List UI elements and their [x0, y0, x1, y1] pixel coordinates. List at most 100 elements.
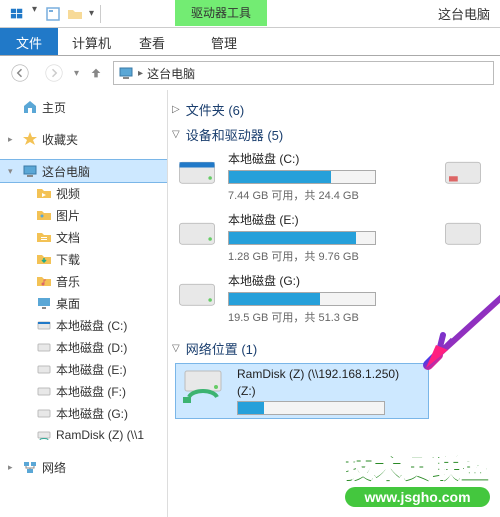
navigation-pane: 主页 ▸ 收藏夹 ▾ 这台电脑 视频 图片 文档 下载 音乐 桌面 本地磁盘 (… — [0, 90, 168, 517]
usage-fill — [229, 232, 356, 244]
disk-icon — [176, 211, 218, 253]
sidebar-label: 音乐 — [56, 273, 80, 290]
expand-icon[interactable]: ▸ — [8, 134, 18, 145]
up-button[interactable] — [85, 59, 107, 87]
drive-g[interactable]: 本地磁盘 (G:) 19.5 GB 可用，共 51.3 GB — [176, 272, 422, 325]
desktop-icon — [36, 295, 52, 311]
drive-name: RamDisk (Z) (\\192.168.1.250) — [237, 367, 425, 381]
quick-access-toolbar: ▾ — [45, 6, 94, 22]
drive-partial[interactable]: 本 30 — [442, 211, 482, 264]
system-menu: ▾ — [0, 4, 37, 24]
disk-icon — [36, 383, 52, 399]
ribbon-tabs: 文件 计算机 查看 管理 — [0, 28, 500, 56]
sidebar-label: 这台电脑 — [42, 163, 90, 180]
tab-file[interactable]: 文件 — [0, 28, 58, 55]
address-bar-row: ▾ ▸ 这台电脑 — [0, 56, 500, 90]
network-list: RamDisk (Z) (\\192.168.1.250) (Z:) — [176, 364, 496, 418]
chevron-down-icon: ▽ — [172, 343, 180, 354]
group-label: 文件夹 (6) — [186, 100, 245, 119]
network-icon — [22, 459, 38, 475]
disk-icon — [36, 361, 52, 377]
disk-icon — [36, 317, 52, 333]
sidebar-label: 本地磁盘 (F:) — [56, 383, 126, 400]
sidebar-item-disk-f[interactable]: 本地磁盘 (F:) — [0, 380, 167, 402]
drive-subtext: 7.44 GB 可用，共 24.4 GB — [228, 187, 422, 203]
title-bar: ▾ ▾ 驱动器工具 这台电脑 — [0, 0, 500, 28]
group-label: 网络位置 (1) — [186, 339, 258, 358]
group-network[interactable]: ▽ 网络位置 (1) — [172, 339, 496, 358]
computer-icon — [118, 65, 134, 81]
devices-list: 本地磁盘 (C:) 7.44 GB 可用，共 24.4 GB 本 10 本地磁盘… — [176, 150, 496, 325]
tab-view[interactable]: 查看 — [125, 28, 179, 55]
collapse-icon[interactable]: ▾ — [8, 166, 18, 177]
drive-e[interactable]: 本地磁盘 (E:) 1.28 GB 可用，共 9.76 GB — [176, 211, 422, 264]
breadcrumb-location[interactable]: 这台电脑 — [147, 65, 195, 82]
usage-bar — [228, 170, 376, 184]
history-dropdown-icon[interactable]: ▾ — [74, 68, 79, 79]
usage-bar — [237, 401, 385, 415]
breadcrumb[interactable]: ▸ 这台电脑 — [113, 61, 494, 85]
properties-icon[interactable] — [45, 6, 61, 22]
sidebar-label: 本地磁盘 (C:) — [56, 317, 127, 334]
sidebar-label: 图片 — [56, 207, 80, 224]
drive-c[interactable]: 本地磁盘 (C:) 7.44 GB 可用，共 24.4 GB — [176, 150, 422, 203]
sidebar-label: 视频 — [56, 185, 80, 202]
separator — [100, 5, 101, 23]
folder-icon[interactable] — [67, 6, 83, 22]
network-disk-icon — [36, 427, 52, 443]
tab-computer[interactable]: 计算机 — [58, 28, 125, 55]
tab-manage[interactable]: 管理 — [197, 28, 251, 55]
window-icon[interactable] — [4, 4, 30, 24]
drive-name: 本地磁盘 (C:) — [228, 150, 422, 167]
content-split: 主页 ▸ 收藏夹 ▾ 这台电脑 视频 图片 文档 下载 音乐 桌面 本地磁盘 (… — [0, 90, 500, 517]
sidebar-item-desktop[interactable]: 桌面 — [0, 292, 167, 314]
qat-dropdown-icon[interactable]: ▾ — [32, 4, 37, 24]
usage-bar — [228, 231, 376, 245]
home-icon — [22, 99, 38, 115]
sidebar-item-downloads[interactable]: 下载 — [0, 248, 167, 270]
sidebar-item-videos[interactable]: 视频 — [0, 182, 167, 204]
usage-bar — [228, 292, 376, 306]
drive-name: 本地磁盘 (E:) — [228, 211, 422, 228]
drive-subtext: 19.5 GB 可用，共 51.3 GB — [228, 309, 422, 325]
sidebar-item-favorites[interactable]: ▸ 收藏夹 — [0, 128, 167, 150]
usage-fill — [238, 402, 264, 414]
sidebar-label: 文档 — [56, 229, 80, 246]
sidebar-item-disk-c[interactable]: 本地磁盘 (C:) — [0, 314, 167, 336]
chevron-right-icon: ▷ — [172, 104, 180, 115]
chevron-right-icon[interactable]: ▸ — [138, 68, 143, 79]
sidebar-label: 本地磁盘 (G:) — [56, 405, 128, 422]
content-pane: ▷ 文件夹 (6) ▽ 设备和驱动器 (5) 本地磁盘 (C:) 7.44 GB… — [168, 90, 500, 517]
chevron-down-icon: ▽ — [172, 129, 180, 140]
sidebar-label: 主页 — [42, 99, 66, 116]
sidebar-item-disk-g[interactable]: 本地磁盘 (G:) — [0, 402, 167, 424]
network-drive-ramdisk[interactable]: RamDisk (Z) (\\192.168.1.250) (Z:) — [176, 364, 428, 418]
documents-icon — [36, 229, 52, 245]
sidebar-item-music[interactable]: 音乐 — [0, 270, 167, 292]
ribbon-context-tab: 驱动器工具 — [175, 0, 267, 26]
sidebar-item-network[interactable]: ▸ 网络 — [0, 456, 167, 478]
sidebar-item-pictures[interactable]: 图片 — [0, 204, 167, 226]
sidebar-item-disk-e[interactable]: 本地磁盘 (E:) — [0, 358, 167, 380]
group-devices[interactable]: ▽ 设备和驱动器 (5) — [172, 125, 496, 144]
usage-fill — [229, 293, 320, 305]
pictures-icon — [36, 207, 52, 223]
sidebar-item-documents[interactable]: 文档 — [0, 226, 167, 248]
drive-name: 本地磁盘 (G:) — [228, 272, 422, 289]
expand-icon[interactable]: ▸ — [8, 462, 18, 473]
forward-button[interactable] — [40, 59, 68, 87]
sidebar-label: 本地磁盘 (E:) — [56, 361, 127, 378]
group-folders[interactable]: ▷ 文件夹 (6) — [172, 100, 496, 119]
drive-partial[interactable]: 本 10 — [442, 150, 482, 203]
drive-subtext: 1.28 GB 可用，共 9.76 GB — [228, 248, 422, 264]
sidebar-item-ramdisk[interactable]: RamDisk (Z) (\\1 — [0, 424, 167, 446]
sidebar-item-disk-d[interactable]: 本地磁盘 (D:) — [0, 336, 167, 358]
sidebar-item-home[interactable]: 主页 — [0, 96, 167, 118]
qat-more-icon[interactable]: ▾ — [89, 8, 94, 19]
sidebar-item-this-pc[interactable]: ▾ 这台电脑 — [0, 160, 167, 182]
back-button[interactable] — [6, 59, 34, 87]
disk-icon — [442, 150, 482, 192]
downloads-icon — [36, 251, 52, 267]
network-drive-icon — [179, 367, 227, 407]
usage-fill — [229, 171, 331, 183]
